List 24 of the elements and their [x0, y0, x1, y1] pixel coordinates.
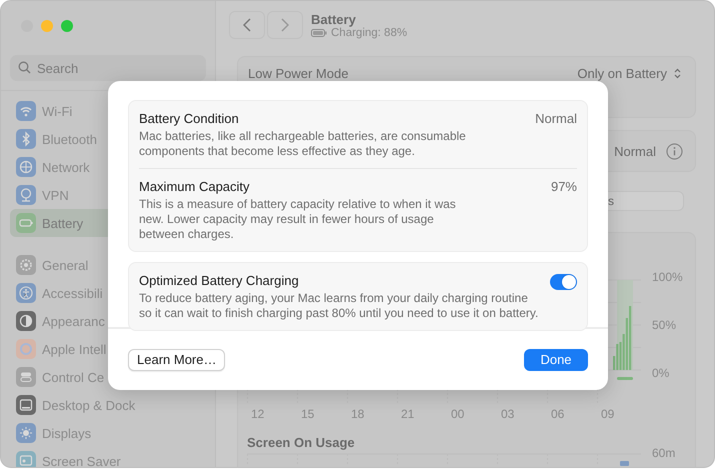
axis-label: 06 — [550, 407, 566, 421]
item-description: Mac batteries, like all rechargeable batteries, are consumable components that become less effective as they age. — [139, 129, 467, 159]
axis-label: 50% — [652, 318, 678, 332]
section-title: Screen On Usage — [247, 435, 355, 450]
axis-label: 21 — [400, 407, 416, 421]
axis-label: 18 — [350, 407, 366, 421]
axis-label: 100% — [652, 270, 683, 284]
item-title: Battery Condition — [139, 111, 240, 126]
axis-label: 00 — [450, 407, 466, 421]
health-value: Normal — [614, 144, 656, 158]
axis-label: 03 — [500, 407, 516, 421]
axis-label: 09 — [600, 407, 616, 421]
axis-label: 15 — [300, 407, 316, 421]
setting-label: Low Power Mode — [248, 66, 348, 80]
item-description: This is a measure of battery capacity relative to when it was new. Lower capacity may result in fewer hours of usage between charges. — [139, 197, 457, 242]
page-title: Battery — [311, 12, 357, 26]
charging-status: Charging: 88% — [331, 26, 408, 38]
item-description: To reduce battery aging, your Mac learns from your daily charging routine so it can wait to finish charging past 80% until you need to use it on battery. — [139, 291, 540, 321]
item-title: Optimized Battery Charging — [139, 273, 300, 288]
axis-label: 60m — [652, 446, 676, 460]
axis-label: 12 — [250, 407, 266, 421]
item-title: Maximum Capacity — [139, 179, 251, 194]
axis-label: 0% — [652, 366, 670, 380]
item-value: Normal — [535, 111, 577, 128]
